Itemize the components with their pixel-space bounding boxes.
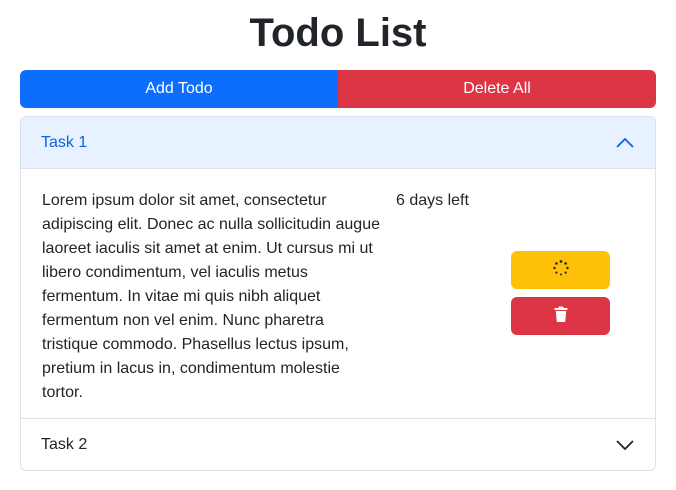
todo-description: Lorem ipsum dolor sit amet, consectetur … [42,192,380,401]
time-left-label: 6 days left [396,192,469,209]
accordion-body-task-1: Lorem ipsum dolor sit amet, consectetur … [21,169,655,418]
delete-all-button[interactable]: Delete All [338,70,656,108]
accordion-header-task-1[interactable]: Task 1 [21,117,655,169]
toolbar: Add Todo Delete All [20,70,656,108]
page-title: Todo List [249,11,427,55]
chevron-down-icon [615,435,635,455]
delete-todo-button[interactable] [511,297,610,335]
spinner-icon [552,259,570,282]
accordion-header-label: Task 2 [41,435,88,453]
todo-accordion: Task 1 Lorem ipsum dolor sit amet, conse… [20,116,656,471]
accordion-header-task-2[interactable]: Task 2 [21,418,655,470]
chevron-up-icon [615,133,635,153]
edit-todo-button[interactable] [511,251,610,289]
accordion-header-label: Task 1 [41,133,88,151]
trash-icon [554,306,568,327]
add-todo-button[interactable]: Add Todo [20,70,338,108]
